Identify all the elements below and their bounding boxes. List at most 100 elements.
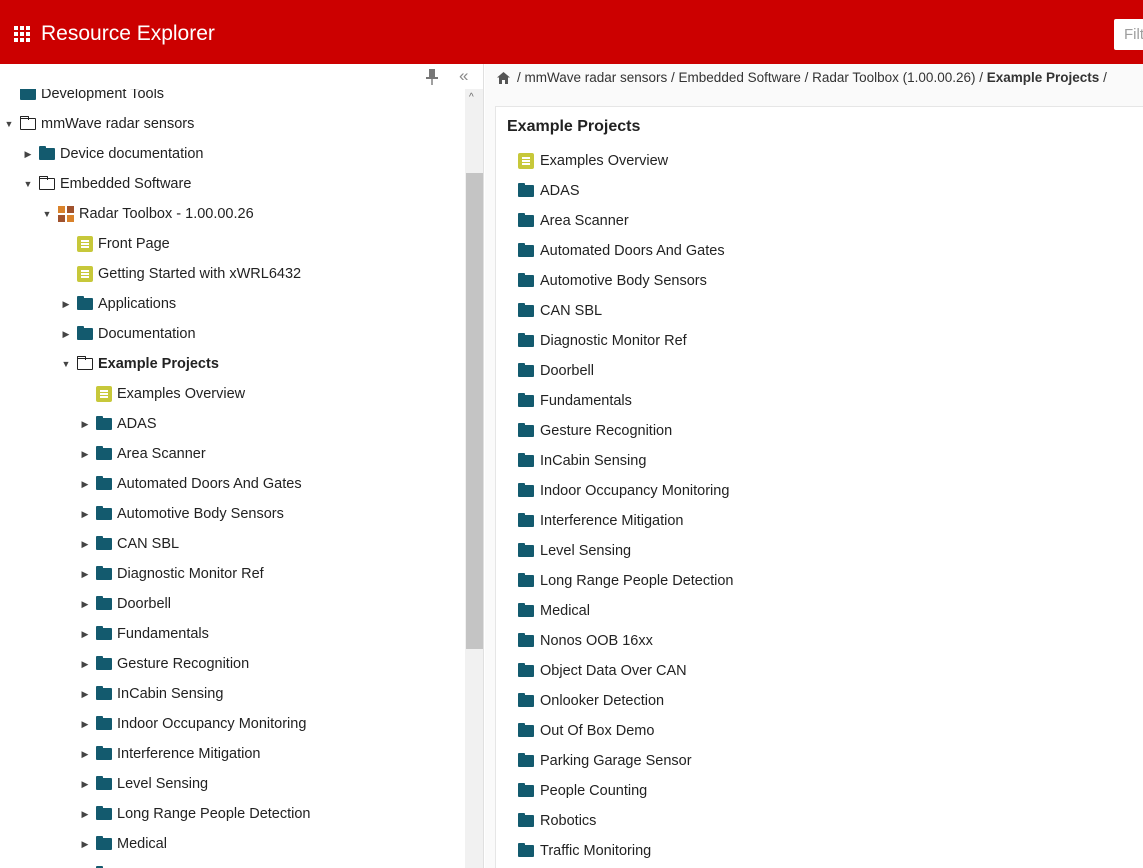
tree-item-label: Example Projects xyxy=(98,356,219,372)
tree-item-label: Automotive Body Sensors xyxy=(117,506,284,522)
caret-right-icon[interactable]: ▶ xyxy=(80,499,90,529)
content-item-label: Automotive Body Sensors xyxy=(540,273,707,289)
filter-input[interactable]: Filter xyxy=(1114,19,1143,50)
scroll-up-arrow-icon[interactable]: ^ xyxy=(469,93,474,103)
caret-down-icon[interactable]: ▼ xyxy=(42,199,52,229)
tree-item[interactable]: ▶ Doorbell xyxy=(0,589,465,619)
tree-item[interactable]: Front Page xyxy=(0,229,465,259)
caret-right-icon[interactable]: ▶ xyxy=(80,409,90,439)
tree-item-label: Examples Overview xyxy=(117,386,246,402)
collapse-panel-icon[interactable]: « xyxy=(459,66,468,86)
caret-down-icon[interactable]: ▼ xyxy=(23,169,33,199)
pin-icon[interactable] xyxy=(425,68,439,86)
tree-item-label: Long Range People Detection xyxy=(117,806,311,822)
tree-item[interactable]: ▶ Indoor Occupancy Monitoring xyxy=(0,709,465,739)
tree-item[interactable]: ▶ Gesture Recognition xyxy=(0,649,465,679)
tree-item-label: ADAS xyxy=(117,416,157,432)
content-item-label: Traffic Monitoring xyxy=(540,843,652,859)
caret-right-icon[interactable]: ▶ xyxy=(61,289,71,319)
folder-solid-icon xyxy=(518,813,534,829)
tree-item[interactable]: ▶ Automated Doors And Gates xyxy=(0,469,465,499)
folder-open-icon xyxy=(39,176,55,192)
tree-item[interactable]: ▶ InCabin Sensing xyxy=(0,679,465,709)
folder-solid-icon xyxy=(20,89,36,102)
tree-item[interactable]: ▶ Nonos OOB 16xx xyxy=(0,859,465,868)
folder-solid-icon xyxy=(518,213,534,229)
tree-item[interactable]: Examples Overview xyxy=(0,379,465,409)
caret-right-icon[interactable]: ▶ xyxy=(80,529,90,559)
folder-solid-icon xyxy=(96,836,112,852)
document-icon xyxy=(518,153,534,169)
tree-item[interactable]: ▶ Level Sensing xyxy=(0,769,465,799)
tree-item[interactable]: ▼ Radar Toolbox - 1.00.00.26 xyxy=(0,199,465,229)
tree-item[interactable]: Getting Started with xWRL6432 xyxy=(0,259,465,289)
folder-solid-icon xyxy=(518,303,534,319)
tree-item[interactable]: ▶ Interference Mitigation xyxy=(0,739,465,769)
tree-item[interactable]: ▶ CAN SBL xyxy=(0,529,465,559)
content-item-label: Level Sensing xyxy=(540,543,632,559)
caret-right-icon[interactable]: ▶ xyxy=(80,829,90,859)
folder-solid-icon xyxy=(96,626,112,642)
folder-solid-icon xyxy=(518,843,534,859)
tree-item[interactable]: ▼ Example Projects xyxy=(0,349,465,379)
caret-right-icon[interactable]: ▶ xyxy=(80,799,90,829)
tree-item-label: Automated Doors And Gates xyxy=(117,476,302,492)
tree-item[interactable]: ▶ Area Scanner xyxy=(0,439,465,469)
tree-item[interactable]: Development Tools xyxy=(0,89,465,109)
caret-right-icon[interactable]: ▶ xyxy=(80,649,90,679)
tree-item[interactable]: ▶ Diagnostic Monitor Ref xyxy=(0,559,465,589)
tree-item[interactable]: ▶ ADAS xyxy=(0,409,465,439)
tree-item-label: Embedded Software xyxy=(60,176,192,192)
tree-item-label: Interference Mitigation xyxy=(117,746,261,762)
tree-item[interactable]: ▶ Long Range People Detection xyxy=(0,799,465,829)
caret-right-icon[interactable]: ▶ xyxy=(80,859,90,868)
content-item-label: Examples Overview xyxy=(540,153,669,169)
caret-right-icon[interactable]: ▶ xyxy=(80,469,90,499)
caret-right-icon[interactable]: ▶ xyxy=(80,589,90,619)
home-icon[interactable] xyxy=(497,72,510,84)
scroll-thumb[interactable] xyxy=(466,173,483,649)
folder-solid-icon xyxy=(96,596,112,612)
apps-grid-icon[interactable] xyxy=(14,26,31,43)
tree-item-label: CAN SBL xyxy=(117,536,180,552)
caret-right-icon[interactable]: ▶ xyxy=(80,559,90,589)
breadcrumb-path[interactable]: / mmWave radar sensors / Embedded Softwa… xyxy=(517,70,983,85)
folder-solid-icon xyxy=(518,273,534,289)
caret-right-icon[interactable]: ▶ xyxy=(80,439,90,469)
folder-solid-icon xyxy=(96,746,112,762)
folder-solid-icon xyxy=(518,693,534,709)
content-item-label: Fundamentals xyxy=(540,393,632,409)
caret-down-icon[interactable]: ▼ xyxy=(61,349,71,379)
tree-item[interactable]: ▶ Documentation xyxy=(0,319,465,349)
tree-item[interactable]: ▼ Embedded Software xyxy=(0,169,465,199)
tree-item[interactable]: ▶ Device documentation xyxy=(0,139,465,169)
caret-down-icon[interactable]: ▼ xyxy=(4,109,14,139)
tree-item[interactable]: ▶ Automotive Body Sensors xyxy=(0,499,465,529)
content-item-label: Long Range People Detection xyxy=(540,573,734,589)
folder-solid-icon xyxy=(518,393,534,409)
caret-right-icon[interactable]: ▶ xyxy=(80,709,90,739)
document-icon xyxy=(77,266,93,282)
tree-item-label: Radar Toolbox - 1.00.00.26 xyxy=(79,206,254,222)
caret-right-icon[interactable]: ▶ xyxy=(61,319,71,349)
tree-item[interactable]: ▼ mmWave radar sensors xyxy=(0,109,465,139)
folder-solid-icon xyxy=(518,723,534,739)
tree-item[interactable]: ▶ Medical xyxy=(0,829,465,859)
caret-right-icon[interactable]: ▶ xyxy=(80,619,90,649)
folder-solid-icon xyxy=(96,686,112,702)
content-item-label: Gesture Recognition xyxy=(540,423,673,439)
caret-right-icon[interactable]: ▶ xyxy=(80,769,90,799)
tree-item-label: Area Scanner xyxy=(117,446,206,462)
tree-item[interactable]: ▶ Fundamentals xyxy=(0,619,465,649)
tree-item[interactable]: ▶ Applications xyxy=(0,289,465,319)
caret-right-icon[interactable]: ▶ xyxy=(80,739,90,769)
tree-item-label: Doorbell xyxy=(117,596,171,612)
tree-item-label: Device documentation xyxy=(60,146,204,162)
resource-tree-panel: « Development Tools ▼ mmWave radar sensors… xyxy=(0,64,484,868)
tree-scrollbar[interactable]: ^ xyxy=(465,89,483,868)
folder-solid-icon xyxy=(77,296,93,312)
caret-right-icon[interactable]: ▶ xyxy=(23,139,33,169)
card-title: Example Projects xyxy=(507,118,641,135)
caret-right-icon[interactable]: ▶ xyxy=(80,679,90,709)
example-projects-card: Example Projects Examples Overview ADAS Ar… xyxy=(495,106,1143,868)
